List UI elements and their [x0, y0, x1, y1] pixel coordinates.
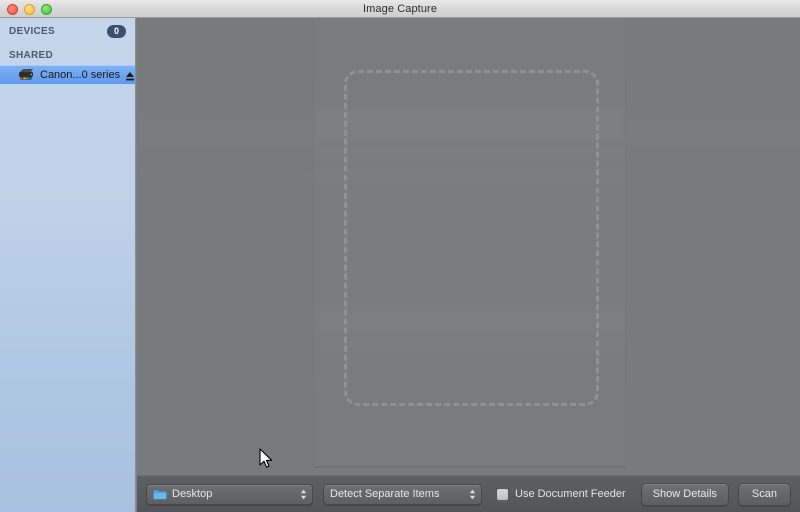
sidebar-section-devices-label: DEVICES: [9, 25, 56, 37]
stepper-arrows-icon: [298, 487, 309, 502]
show-details-button[interactable]: Show Details: [640, 482, 729, 506]
use-document-feeder-label: Use Document Feeder: [515, 488, 626, 500]
eject-icon[interactable]: [125, 69, 135, 81]
sidebar-section-shared: SHARED: [0, 45, 135, 65]
destination-value: Desktop: [172, 488, 213, 500]
window-titlebar: Image Capture: [0, 0, 800, 18]
scanner-icon: [18, 68, 35, 81]
minimize-button[interactable]: [24, 3, 35, 15]
ghost-text-band: [626, 116, 800, 146]
page-bottom-edge: [313, 466, 626, 468]
scan-preview-area[interactable]: [137, 18, 800, 475]
ghost-text-band: [626, 168, 800, 180]
scan-mode-value: Detect Separate Items: [330, 488, 440, 500]
ghost-text-band: [137, 168, 313, 180]
destination-popup-button[interactable]: Desktop: [146, 483, 313, 505]
scan-mode-popup-button[interactable]: Detect Separate Items: [323, 483, 482, 505]
sidebar-item-label: Canon...0 series: [40, 68, 121, 81]
scan-selection-marquee[interactable]: [344, 70, 599, 406]
window-title: Image Capture: [362, 2, 438, 15]
image-capture-window: Image Capture DEVICES 0 SHARED Canon...0…: [0, 0, 800, 512]
folder-icon: [153, 489, 167, 500]
stepper-arrows-icon: [467, 487, 478, 502]
sidebar-item-canon-scanner[interactable]: Canon...0 series: [0, 65, 135, 84]
devices-count-badge: 0: [107, 24, 126, 38]
bottom-toolbar: Desktop Detect Separate Items Use Docume…: [137, 475, 800, 512]
sidebar-section-devices: DEVICES 0: [0, 21, 135, 41]
use-document-feeder-checkbox[interactable]: [496, 487, 509, 501]
close-button[interactable]: [7, 3, 18, 15]
arrow-cursor: [259, 448, 273, 469]
ghost-text-band: [137, 116, 313, 146]
sidebar: DEVICES 0 SHARED Canon...0 series: [0, 18, 136, 512]
sidebar-section-shared-label: SHARED: [9, 49, 54, 61]
document-feeder-group[interactable]: Use Document Feeder: [496, 487, 626, 501]
window-traffic-lights: [7, 0, 52, 18]
zoom-button[interactable]: [41, 3, 52, 15]
scan-button[interactable]: Scan: [737, 482, 791, 506]
